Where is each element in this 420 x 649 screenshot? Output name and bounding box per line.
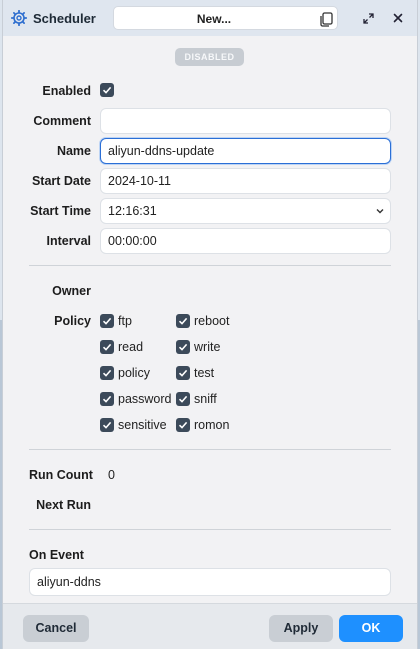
policy-read-checkbox[interactable] [100, 340, 114, 354]
policy-romon-checkbox[interactable] [176, 418, 190, 432]
start-time-label: Start Time [30, 204, 91, 218]
policy-sniff-label: sniff [194, 392, 217, 406]
gear-icon [11, 10, 27, 26]
name-input[interactable]: aliyun-ddns-update [100, 138, 391, 164]
run-count-value: 0 [108, 468, 115, 482]
start-date-input[interactable]: 2024-10-11 [100, 168, 391, 194]
item-name-field[interactable]: New... [113, 6, 338, 30]
close-icon[interactable] [389, 9, 407, 27]
status-badge: DISABLED [175, 48, 244, 66]
expand-icon[interactable] [359, 9, 377, 27]
start-time-value: 12:16:31 [108, 204, 157, 218]
owner-label: Owner [52, 284, 91, 298]
comment-input[interactable] [100, 108, 391, 134]
policy-reboot-checkbox[interactable] [176, 314, 190, 328]
item-name-text: New... [196, 12, 232, 26]
policy-reboot-label: reboot [194, 314, 230, 328]
title-bar: Scheduler New... [3, 0, 417, 36]
on-event-label: On Event [29, 548, 84, 562]
on-event-textarea[interactable]: aliyun-ddns [29, 568, 391, 596]
policy-read-label: read [118, 340, 144, 354]
interval-label: Interval [46, 234, 91, 248]
dialog-footer: Cancel Apply OK [3, 603, 417, 649]
policy-write-label: write [194, 340, 221, 354]
enabled-checkbox[interactable] [100, 83, 114, 97]
copy-icon[interactable] [318, 11, 334, 27]
interval-input[interactable]: 00:00:00 [100, 228, 391, 254]
policy-sensitive-label: sensitive [118, 418, 167, 432]
comment-label: Comment [33, 114, 91, 128]
policy-password-checkbox[interactable] [100, 392, 114, 406]
policy-policy-label: policy [118, 366, 150, 380]
policy-write-checkbox[interactable] [176, 340, 190, 354]
run-count-label: Run Count [29, 468, 93, 482]
apply-button[interactable]: Apply [269, 615, 333, 642]
ok-button[interactable]: OK [339, 615, 403, 642]
policy-label: Policy [54, 314, 91, 328]
scheduler-window: Scheduler New... DISABLED Enabled Commen… [2, 0, 418, 649]
policy-ftp-checkbox[interactable] [100, 314, 114, 328]
policy-test-label: test [194, 366, 215, 380]
start-time-select[interactable]: 12:16:31 [100, 198, 391, 224]
policy-test-checkbox[interactable] [176, 366, 190, 380]
policy-sniff-checkbox[interactable] [176, 392, 190, 406]
policy-romon-label: romon [194, 418, 230, 432]
policy-sensitive-checkbox[interactable] [100, 418, 114, 432]
divider [29, 265, 391, 266]
divider [29, 449, 391, 450]
cancel-button[interactable]: Cancel [23, 615, 89, 642]
divider [29, 529, 391, 530]
name-label: Name [56, 144, 91, 158]
policy-password-label: password [118, 392, 172, 406]
window-title: Scheduler [33, 11, 96, 26]
next-run-label: Next Run [36, 498, 91, 512]
policy-policy-checkbox[interactable] [100, 366, 114, 380]
start-date-label: Start Date [31, 174, 91, 188]
enabled-label: Enabled [42, 84, 91, 98]
policy-ftp-label: ftp [118, 314, 132, 328]
